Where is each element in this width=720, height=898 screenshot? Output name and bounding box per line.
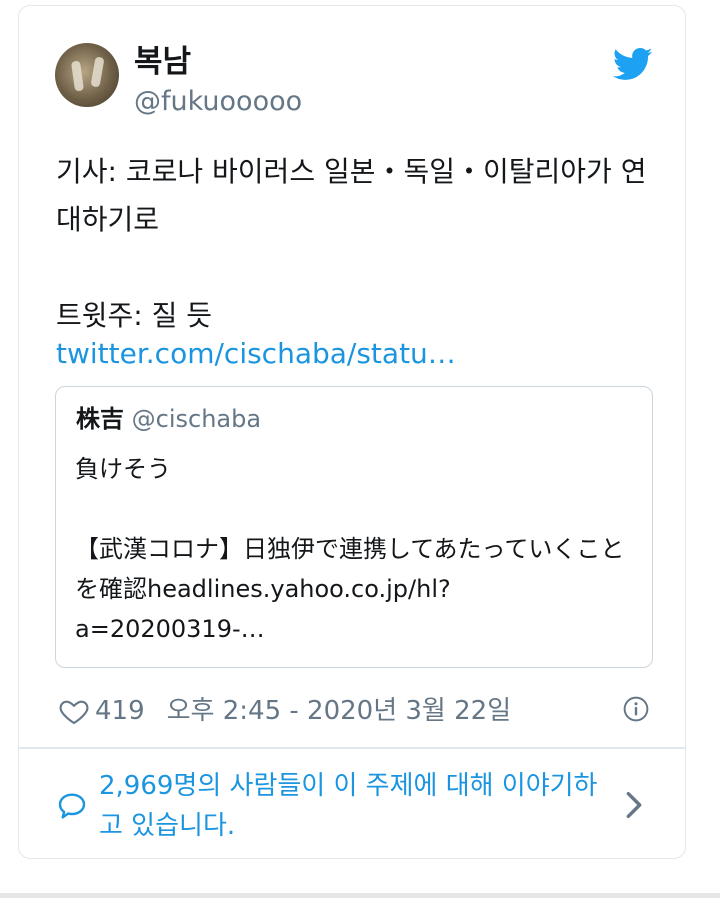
twitter-bird-icon[interactable]: [611, 44, 655, 84]
chevron-right-icon[interactable]: [623, 788, 645, 822]
tweet-meta: 419 오후 2:45 - 2020년 3월 22일: [57, 694, 511, 728]
quoted-tweet[interactable]: 株吉 @cischaba 負けそう 【武漢コロナ】日独伊で連携してあたっていくこ…: [55, 386, 653, 668]
avatar-figure: [70, 60, 85, 92]
like-count[interactable]: 419: [95, 694, 145, 728]
conversation-link[interactable]: 2,969명의 사람들이 이 주제에 대해 이야기하고 있습니다.: [99, 766, 619, 846]
avatar[interactable]: [55, 43, 119, 107]
author-display-name[interactable]: 복남: [134, 44, 191, 80]
quoted-tweet-header: 株吉 @cischaba: [76, 404, 261, 434]
avatar-figure: [90, 56, 105, 88]
quoted-author-handle: @cischaba: [131, 405, 262, 433]
quoted-author-name: 株吉: [76, 405, 124, 433]
info-icon[interactable]: [623, 696, 649, 722]
quoted-tweet-text: 負けそう 【武漢コロナ】日独伊で連携してあたっていくことを確認headlines…: [75, 455, 625, 643]
divider: [19, 747, 685, 749]
speech-bubble-icon: [58, 793, 86, 819]
tweet-link[interactable]: twitter.com/cischaba/statu…: [56, 332, 456, 376]
heart-icon[interactable]: [57, 695, 91, 727]
bottom-separator: [0, 893, 720, 898]
timestamp[interactable]: 오후 2:45 - 2020년 3월 22일: [167, 694, 512, 728]
tweet-text: 기사: 코로나 바이러스 일본・독일・이탈리아가 연대하기로 트윗주: 질 듯: [56, 155, 647, 332]
author-handle[interactable]: @fukuooooo: [134, 86, 302, 118]
tweet-card: 복남 @fukuooooo 기사: 코로나 바이러스 일본・독일・이탈리아가 연…: [18, 5, 686, 859]
